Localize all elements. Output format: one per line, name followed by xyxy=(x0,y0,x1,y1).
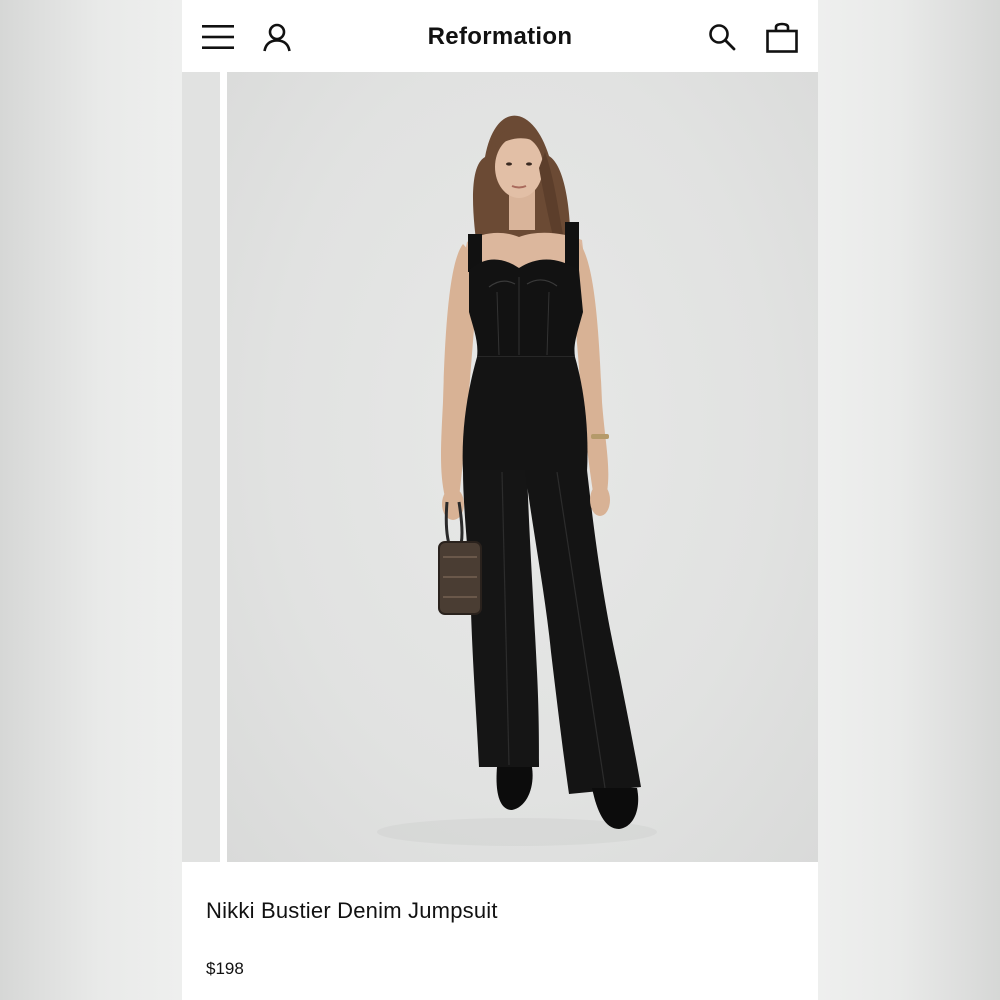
shopping-bag-icon[interactable] xyxy=(765,20,799,54)
app-screen: Reformation Nikki Bustier Denim Jumpsuit… xyxy=(182,0,818,1000)
account-icon[interactable] xyxy=(262,22,292,52)
product-title[interactable]: Nikki Bustier Denim Jumpsuit xyxy=(206,898,498,924)
product-price: $198 xyxy=(206,959,244,978)
product-photo[interactable] xyxy=(227,72,818,862)
header-bar: Reformation xyxy=(182,0,818,72)
product-info: Nikki Bustier Denim Jumpsuit $198 xyxy=(182,862,818,1000)
previous-image-slide[interactable] xyxy=(182,72,220,862)
brand-logo[interactable]: Reformation xyxy=(350,22,650,52)
search-icon[interactable] xyxy=(708,23,736,51)
model-figure xyxy=(377,115,657,846)
product-image-carousel[interactable] xyxy=(182,72,818,862)
menu-icon[interactable] xyxy=(202,22,234,52)
